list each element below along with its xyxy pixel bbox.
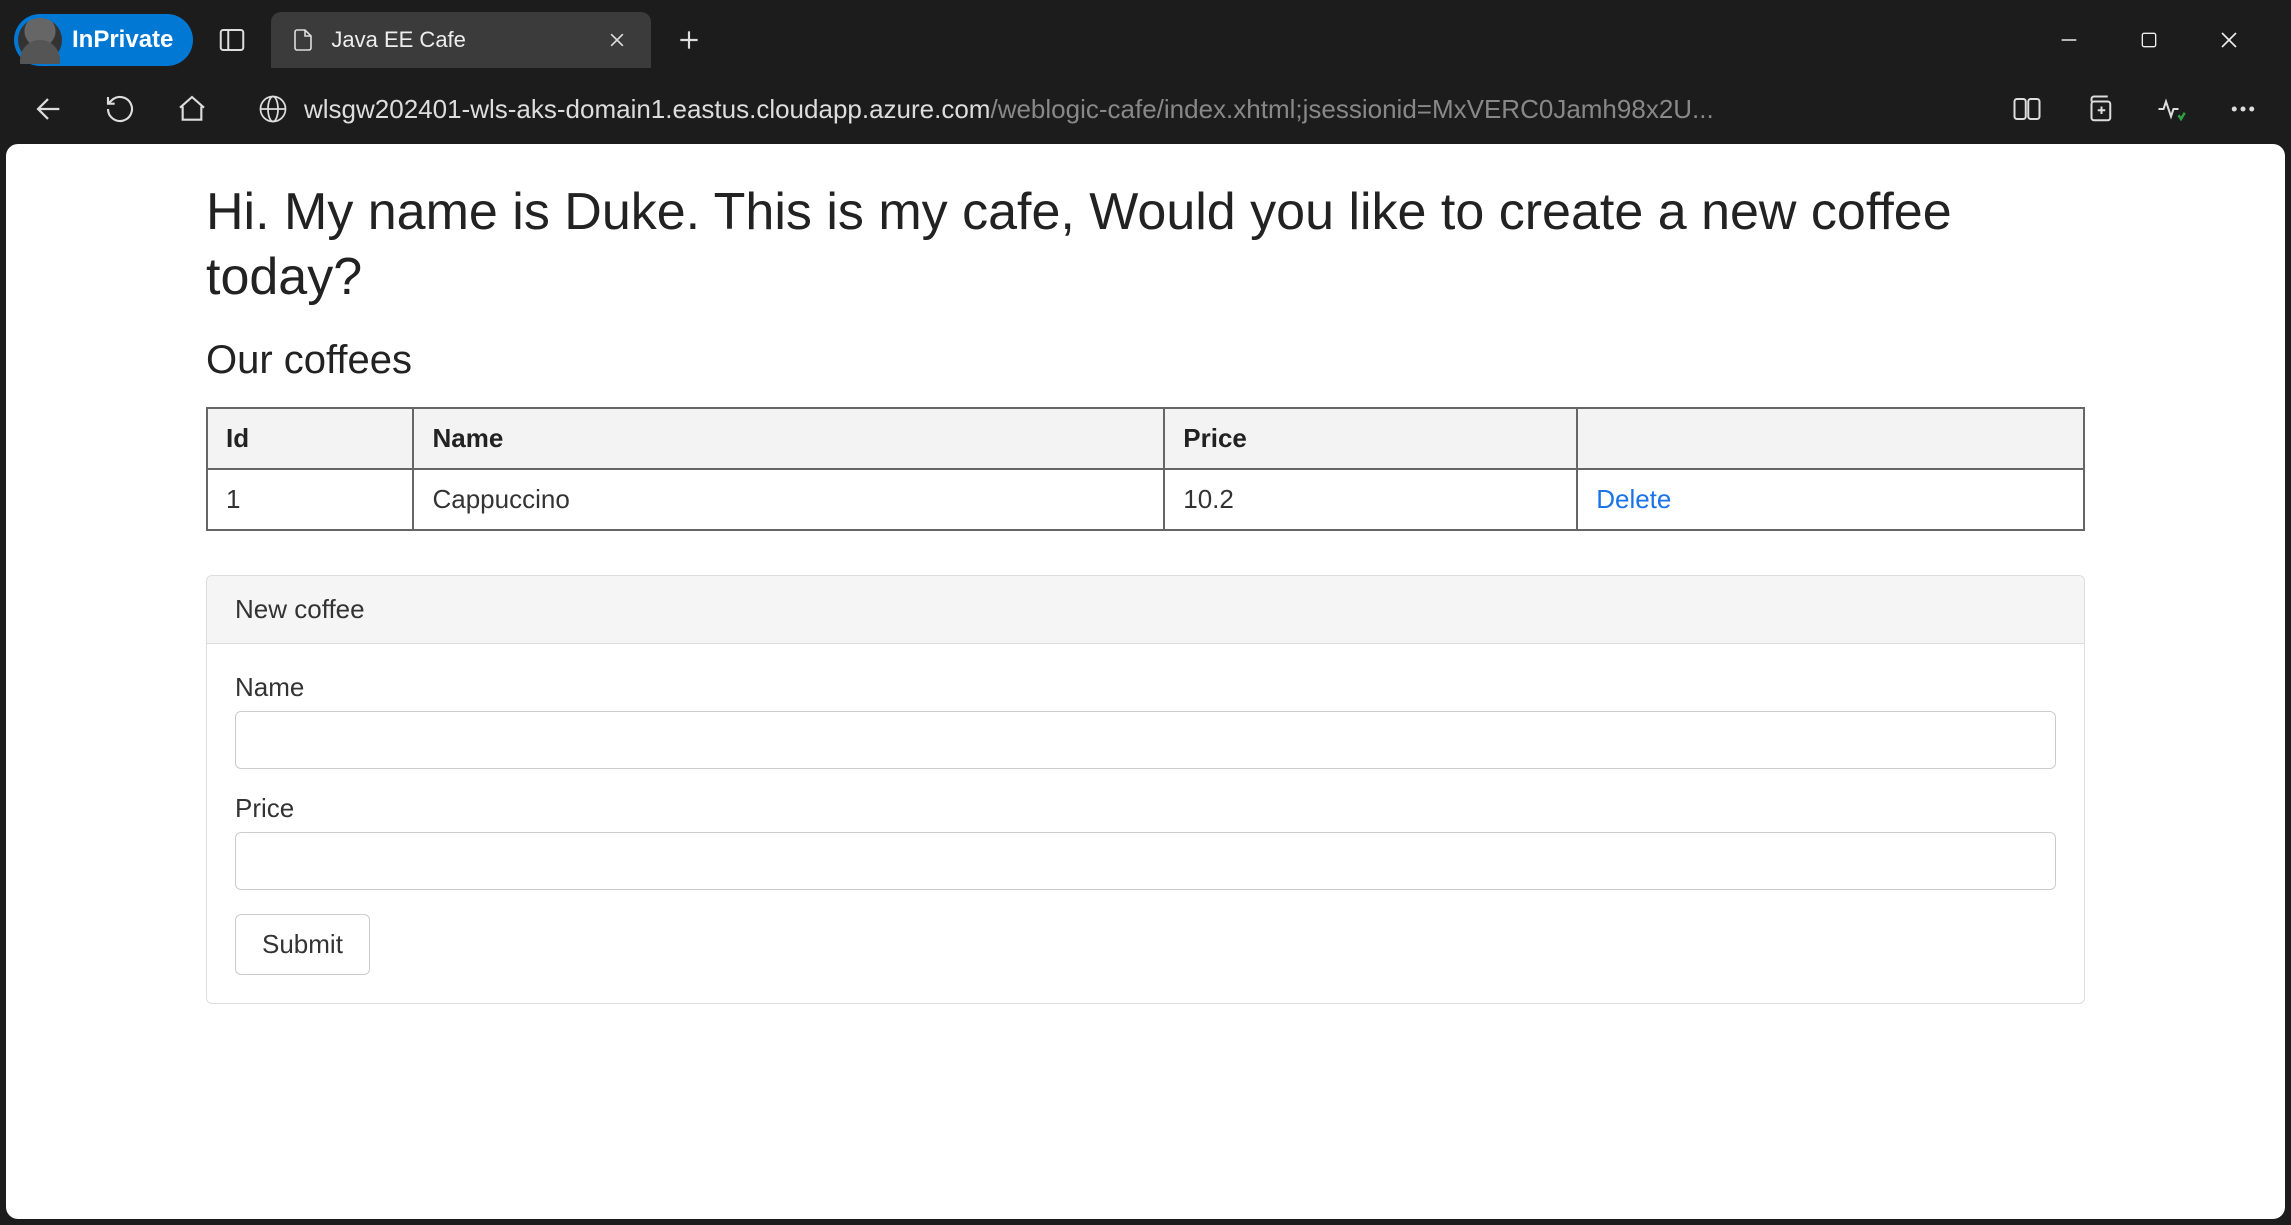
window-controls [2049,20,2277,60]
name-input[interactable] [235,711,2056,769]
new-tab-button[interactable] [667,18,711,62]
delete-link[interactable]: Delete [1596,484,1671,514]
col-id: Id [207,408,413,469]
price-input[interactable] [235,832,2056,890]
page-title: Hi. My name is Duke. This is my cafe, Wo… [206,180,2085,310]
url-path: /weblogic-cafe/index.xhtml;jsessionid=Mx… [990,94,1713,124]
panel-title: New coffee [207,576,2084,644]
new-coffee-panel: New coffee Name Price Submit [206,575,2085,1004]
browser-window: InPrivate Java EE Cafe [0,0,2291,1225]
coffee-table: Id Name Price 1 Cappuccino 10.2 Delete [206,407,2085,531]
titlebar: InPrivate Java EE Cafe [6,6,2285,74]
col-actions [1577,408,2084,469]
name-label: Name [235,672,2056,703]
toolbar: wlsgw202401-wls-aks-domain1.eastus.cloud… [6,74,2285,144]
cell-price: 10.2 [1164,469,1577,530]
split-screen-icon[interactable] [2005,87,2049,131]
toolbar-right [2005,87,2265,131]
table-header-row: Id Name Price [207,408,2084,469]
refresh-button[interactable] [98,87,142,131]
address-bar[interactable]: wlsgw202401-wls-aks-domain1.eastus.cloud… [242,84,1977,134]
site-info-icon[interactable] [258,94,288,124]
page-content: Hi. My name is Duke. This is my cafe, Wo… [6,144,2285,1219]
url-host: wlsgw202401-wls-aks-domain1.eastus.cloud… [304,94,990,124]
back-button[interactable] [26,87,70,131]
tab-actions-icon[interactable] [211,19,253,61]
page-icon [291,26,315,54]
price-label: Price [235,793,2056,824]
more-icon[interactable] [2221,87,2265,131]
close-tab-button[interactable] [603,26,631,54]
section-title: Our coffees [206,338,2085,383]
performance-icon[interactable] [2149,87,2193,131]
table-row: 1 Cappuccino 10.2 Delete [207,469,2084,530]
minimize-button[interactable] [2049,20,2089,60]
avatar-icon [18,18,62,62]
cell-name: Cappuccino [413,469,1164,530]
url-text: wlsgw202401-wls-aks-domain1.eastus.cloud… [304,94,1961,125]
cell-actions: Delete [1577,469,2084,530]
maximize-button[interactable] [2129,20,2169,60]
home-button[interactable] [170,87,214,131]
tab-java-ee-cafe[interactable]: Java EE Cafe [271,12,651,68]
close-window-button[interactable] [2209,20,2249,60]
inprivate-badge[interactable]: InPrivate [14,14,193,66]
inprivate-label: InPrivate [72,26,173,54]
col-price: Price [1164,408,1577,469]
collections-icon[interactable] [2077,87,2121,131]
tab-title: Java EE Cafe [331,27,587,53]
col-name: Name [413,408,1164,469]
panel-body: Name Price Submit [207,644,2084,1003]
submit-button[interactable]: Submit [235,914,370,975]
cell-id: 1 [207,469,413,530]
